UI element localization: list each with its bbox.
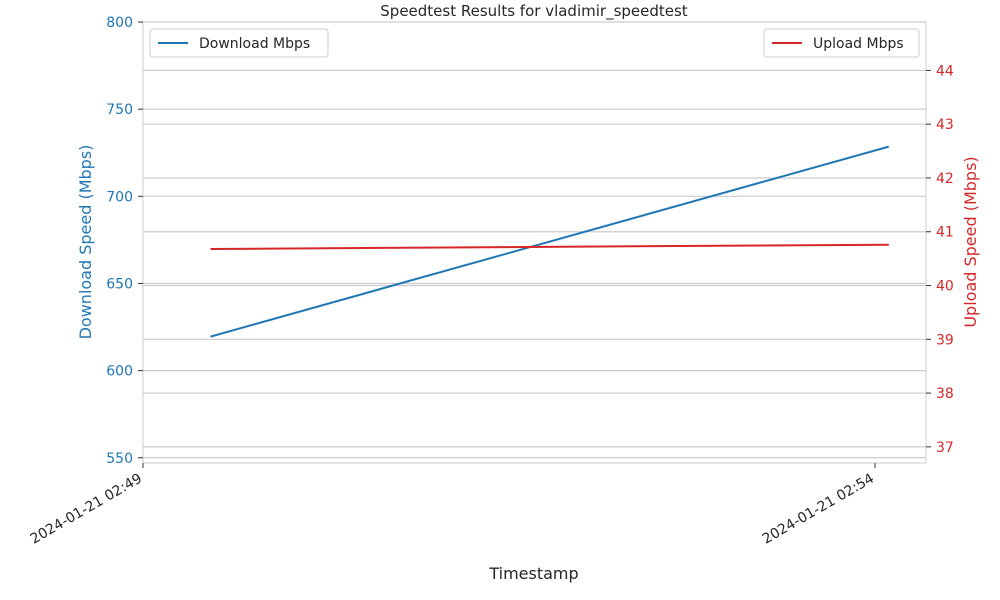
x-axis-label: Timestamp bbox=[488, 564, 578, 583]
left-y-axis-label: Download Speed (Mbps) bbox=[76, 145, 95, 340]
left-y-tick-label: 750 bbox=[106, 102, 133, 118]
right-y-tick-label: 43 bbox=[936, 117, 954, 133]
left-y-tick-label: 600 bbox=[106, 364, 133, 380]
right-y-tick-label: 42 bbox=[936, 171, 954, 187]
right-y-tick-label: 38 bbox=[936, 386, 954, 402]
legend-download: Download Mbps bbox=[149, 28, 329, 58]
right-y-tick-label: 37 bbox=[936, 440, 954, 456]
left-y-tick-label: 800 bbox=[106, 15, 133, 31]
legend-upload-label: Upload Mbps bbox=[813, 36, 904, 52]
legend-upload: Upload Mbps bbox=[763, 28, 920, 58]
left-y-tick-label: 650 bbox=[106, 276, 133, 292]
left-y-tick-label: 550 bbox=[106, 451, 133, 467]
plot-background bbox=[142, 21, 927, 464]
chart-title: Speedtest Results for vladimir_speedtest bbox=[380, 2, 688, 21]
left-y-tick-label: 700 bbox=[106, 189, 133, 205]
right-y-tick-label: 39 bbox=[936, 332, 954, 348]
right-y-tick-label: 44 bbox=[936, 63, 954, 79]
right-y-tick-label: 41 bbox=[936, 225, 954, 241]
right-y-tick-label: 40 bbox=[936, 279, 954, 295]
right-y-axis-label: Upload Speed (Mbps) bbox=[961, 156, 980, 327]
speedtest-chart: 550 600 650 700 750 800 37 38 39 40 41 42 43 44 2024-0… bbox=[28, 2, 980, 583]
x-tick-label: 2024-01-21 02:54 bbox=[760, 471, 877, 548]
x-tick-label: 2024-01-21 02:49 bbox=[28, 471, 145, 548]
legend-download-label: Download Mbps bbox=[199, 36, 310, 52]
